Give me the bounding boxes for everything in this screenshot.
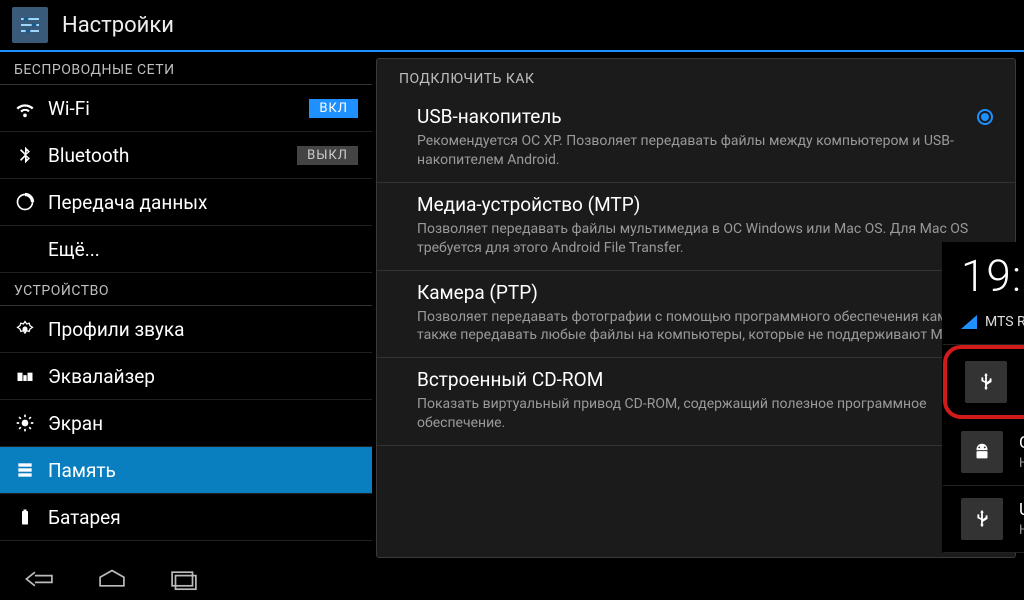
usb-panel: ПОДКЛЮЧИТЬ КАК USB-накопитель Рекомендуе… xyxy=(376,58,1016,558)
notif-title: Отладка по USB разрешена xyxy=(1019,433,1024,453)
app-header: Настройки xyxy=(0,0,1024,50)
notif-sub: Нажмите, чтобы скопировать файлы. xyxy=(1019,523,1024,538)
radio-usb-storage[interactable] xyxy=(977,109,993,125)
eq-label: Эквалайзер xyxy=(48,365,358,388)
option-cdrom[interactable]: Встроенный CD-ROM Показать виртуальный п… xyxy=(377,358,1015,446)
display-icon xyxy=(14,412,36,434)
sidebar-item-more[interactable]: Ещё... xyxy=(0,226,372,273)
notif-usb-connected[interactable]: USB-подключение установлено Нажмите, что… xyxy=(943,486,1024,553)
status-bar: MTS RUS GoldRenard Network 57% xyxy=(943,308,1024,345)
sidebar-item-battery[interactable]: Батарея xyxy=(0,494,372,541)
wifi-label: Wi-Fi xyxy=(48,97,297,120)
option-sub: Позволяет передавать файлы мультимедиа в… xyxy=(417,220,993,258)
bluetooth-label: Bluetooth xyxy=(48,144,285,167)
notif-usb-storage[interactable]: Подключение к USB-накопителю Нажмите, чт… xyxy=(943,345,1024,419)
usb-icon xyxy=(961,498,1003,540)
home-button[interactable] xyxy=(90,565,134,593)
option-title: Камера (PTP) xyxy=(417,281,993,304)
wifi-toggle[interactable]: ВКЛ xyxy=(309,99,358,118)
battery-icon xyxy=(14,506,36,528)
data-label: Передача данных xyxy=(48,191,358,214)
signal-icon xyxy=(961,315,977,329)
sidebar-item-eq[interactable]: Эквалайзер xyxy=(0,353,372,400)
android-icon xyxy=(961,431,1003,473)
option-sub: Позволяет передавать фотографии с помощь… xyxy=(417,308,993,346)
notification-shade: 19:29 07.08.2013 MTS RUS GoldRenard Netw… xyxy=(942,242,1024,553)
sidebar-item-display[interactable]: Экран xyxy=(0,400,372,447)
panel-section: ПОДКЛЮЧИТЬ КАК xyxy=(377,59,1015,95)
back-button[interactable] xyxy=(18,565,62,593)
bluetooth-toggle[interactable]: ВЫКЛ xyxy=(297,146,358,165)
usb-icon xyxy=(965,361,1007,403)
more-label: Ещё... xyxy=(48,238,358,261)
option-sub: Рекомендуется ОС XP. Позволяет передават… xyxy=(417,132,967,170)
carrier: MTS RUS xyxy=(985,314,1024,330)
battery-label: Батарея xyxy=(48,506,358,529)
sound-icon xyxy=(14,318,36,340)
sidebar-item-sound[interactable]: Профили звука xyxy=(0,306,372,353)
section-wireless: БЕСПРОВОДНЫЕ СЕТИ xyxy=(0,52,372,85)
notif-usb-debug[interactable]: Отладка по USB разрешена Нажмите, чтобы … xyxy=(943,419,1024,486)
option-title: Медиа-устройство (MTP) xyxy=(417,193,993,216)
main-content: ПОДКЛЮЧИТЬ КАК USB-накопитель Рекомендуе… xyxy=(372,52,1024,558)
equalizer-icon xyxy=(14,365,36,387)
recent-button[interactable] xyxy=(162,565,206,593)
sidebar-item-data[interactable]: Передача данных xyxy=(0,179,372,226)
notif-title: USB-подключение установлено xyxy=(1019,500,1024,520)
option-mtp[interactable]: Медиа-устройство (MTP) Позволяет передав… xyxy=(377,183,1015,271)
data-usage-icon xyxy=(14,191,36,213)
option-title: Встроенный CD-ROM xyxy=(417,368,993,391)
app-title: Настройки xyxy=(62,13,174,38)
display-label: Экран xyxy=(48,412,358,435)
option-sub: Показать виртуальный привод CD-ROM, соде… xyxy=(417,395,993,433)
sidebar-item-storage[interactable]: Память xyxy=(0,447,372,494)
notif-sub: Нажмите, чтобы отключить отладку по USB. xyxy=(1019,456,1024,471)
option-title: USB-накопитель xyxy=(417,105,967,128)
clock: 19:29 xyxy=(961,250,1024,302)
wifi-icon xyxy=(14,97,36,119)
sidebar: БЕСПРОВОДНЫЕ СЕТИ Wi-Fi ВКЛ Bluetooth ВЫ… xyxy=(0,52,372,558)
settings-icon xyxy=(12,7,48,43)
section-device: УСТРОЙСТВО xyxy=(0,273,372,306)
shade-header: 19:29 07.08.2013 xyxy=(943,242,1024,308)
bluetooth-icon xyxy=(14,144,36,166)
sidebar-item-wifi[interactable]: Wi-Fi ВКЛ xyxy=(0,85,372,132)
sidebar-item-bluetooth[interactable]: Bluetooth ВЫКЛ xyxy=(0,132,372,179)
option-usb-storage[interactable]: USB-накопитель Рекомендуется ОС XP. Позв… xyxy=(377,95,1015,183)
storage-label: Память xyxy=(48,459,358,482)
option-ptp[interactable]: Камера (PTP) Позволяет передавать фотогр… xyxy=(377,271,1015,359)
sound-label: Профили звука xyxy=(48,318,358,341)
storage-icon xyxy=(14,459,36,481)
navbar xyxy=(0,558,1024,600)
